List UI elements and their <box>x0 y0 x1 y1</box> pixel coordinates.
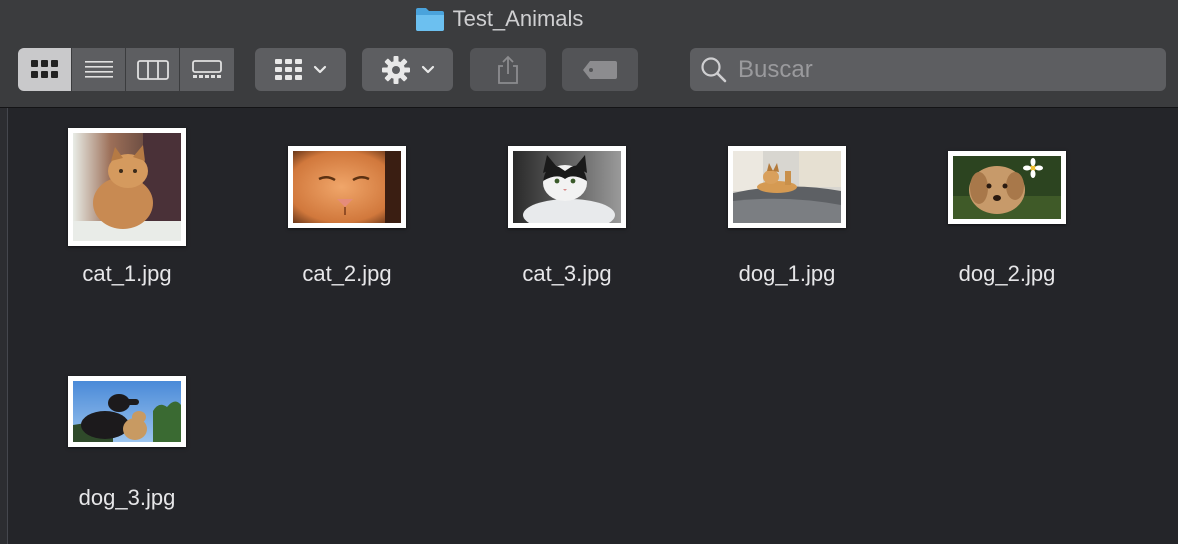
view-mode-segmented-control <box>18 48 238 91</box>
file-name: cat_1.jpg <box>82 261 172 286</box>
folder-icon <box>415 6 445 32</box>
icon-grid-icon <box>30 59 58 78</box>
column-view-button[interactable] <box>126 48 180 91</box>
file-name: cat_2.jpg <box>302 261 392 286</box>
file-item-cat-2[interactable]: cat_2.jpg <box>267 117 427 317</box>
chevron-down-icon <box>313 65 326 73</box>
group-grid-icon <box>274 58 302 80</box>
list-icon <box>84 60 113 78</box>
file-name: dog_1.jpg <box>738 261 836 286</box>
action-menu-button[interactable] <box>362 48 453 91</box>
image-thumbnail <box>68 375 186 447</box>
search-field[interactable] <box>690 48 1166 91</box>
window-titlebar: Test_Animals <box>0 0 1178 108</box>
search-input[interactable] <box>736 54 1140 85</box>
file-item-dog-1[interactable]: dog_1.jpg <box>707 117 867 317</box>
image-thumbnail <box>68 128 186 246</box>
image-thumbnail <box>508 146 626 228</box>
file-name: dog_3.jpg <box>78 485 176 510</box>
file-item-dog-2[interactable]: dog_2.jpg <box>927 117 1087 317</box>
gear-icon <box>381 55 410 84</box>
file-item-dog-3[interactable]: dog_3.jpg <box>47 341 207 541</box>
image-thumbnail <box>288 146 406 228</box>
search-icon <box>701 56 727 82</box>
icon-view-button[interactable] <box>18 48 72 91</box>
image-thumbnail <box>948 150 1066 224</box>
share-icon <box>498 55 518 84</box>
gallery-view-button[interactable] <box>180 48 234 91</box>
file-name: cat_3.jpg <box>522 261 612 286</box>
group-by-button[interactable] <box>255 48 346 91</box>
sidebar-edge <box>0 108 8 544</box>
share-button[interactable] <box>470 48 546 91</box>
window-title: Test_Animals <box>0 6 1178 32</box>
file-item-cat-3[interactable]: cat_3.jpg <box>487 117 647 317</box>
chevron-down-icon <box>421 65 434 73</box>
tag-button[interactable] <box>562 48 638 91</box>
list-view-button[interactable] <box>72 48 126 91</box>
image-thumbnail <box>728 146 846 228</box>
tag-icon <box>583 60 617 79</box>
window-title-text: Test_Animals <box>452 6 584 31</box>
columns-icon <box>136 59 169 80</box>
file-item-cat-1[interactable]: cat_1.jpg <box>47 117 207 317</box>
file-name: dog_2.jpg <box>958 261 1056 286</box>
gallery-icon <box>192 59 222 78</box>
